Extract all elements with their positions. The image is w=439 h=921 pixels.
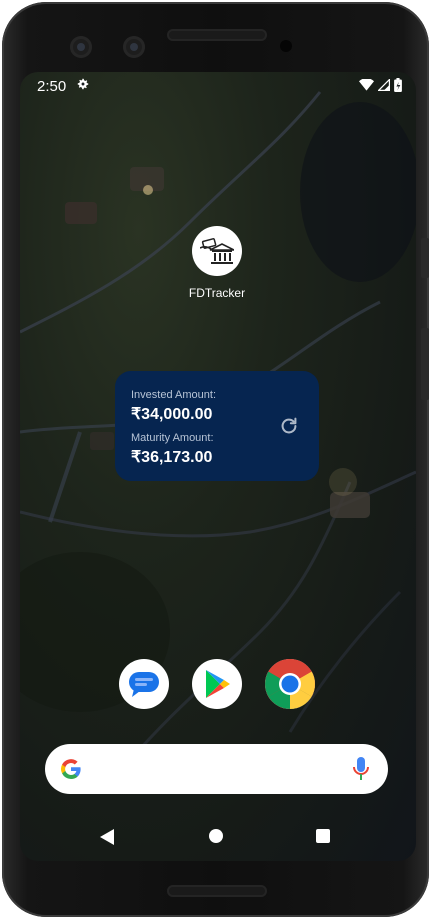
refresh-icon[interactable] xyxy=(278,415,300,437)
power-button xyxy=(421,238,429,278)
play-store-app-icon[interactable] xyxy=(192,659,242,709)
cell-signal-icon xyxy=(378,79,390,91)
bank-money-icon xyxy=(200,238,234,264)
play-store-icon xyxy=(206,670,230,698)
earpiece-speaker xyxy=(167,29,267,41)
google-search-bar[interactable] xyxy=(45,744,388,794)
messages-icon xyxy=(129,672,159,697)
home-button[interactable] xyxy=(209,829,223,843)
phone-frame: 2:50 FDTracker Invested Amount: ₹34,000.… xyxy=(2,2,429,917)
wifi-icon xyxy=(359,79,374,91)
settings-gear-icon xyxy=(77,78,89,90)
fd-summary-widget[interactable]: Invested Amount: ₹34,000.00 Maturity Amo… xyxy=(115,371,319,481)
invested-amount-label: Invested Amount: xyxy=(131,389,216,401)
mic-icon[interactable] xyxy=(352,756,370,782)
fdtracker-app-label: FDTracker xyxy=(188,286,246,300)
status-time: 2:50 xyxy=(37,78,67,95)
maturity-amount-label: Maturity Amount: xyxy=(131,432,214,444)
bottom-speaker xyxy=(167,885,267,897)
front-camera-left xyxy=(70,36,92,58)
recents-button[interactable] xyxy=(316,829,330,843)
proximity-sensor xyxy=(280,40,292,52)
google-g-icon xyxy=(61,759,81,779)
maturity-amount-value: ₹36,173.00 xyxy=(131,449,213,466)
messages-app-icon[interactable] xyxy=(119,659,169,709)
navigation-bar xyxy=(20,820,416,854)
fdtracker-app-icon[interactable] xyxy=(192,226,242,276)
volume-button xyxy=(421,328,429,400)
back-button[interactable] xyxy=(100,829,114,845)
invested-amount-value: ₹34,000.00 xyxy=(131,406,213,423)
front-camera-right xyxy=(123,36,145,58)
chrome-icon xyxy=(265,659,315,709)
home-screen: 2:50 FDTracker Invested Amount: ₹34,000.… xyxy=(20,72,416,861)
status-bar: 2:50 xyxy=(20,72,416,98)
battery-icon xyxy=(394,78,402,92)
chrome-app-icon[interactable] xyxy=(265,659,315,709)
